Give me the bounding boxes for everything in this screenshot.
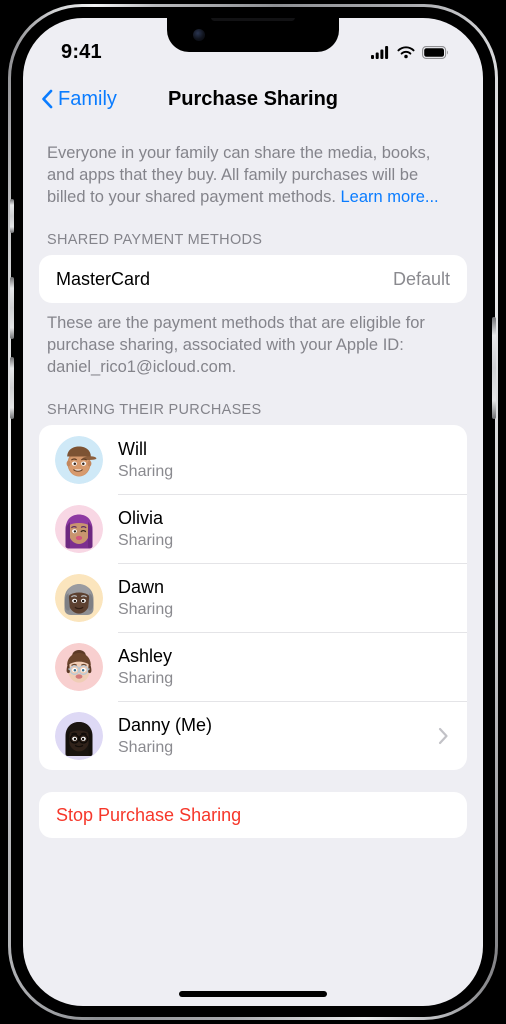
member-text-ashley: Ashley Sharing [118,645,453,689]
shared-payment-methods-header: SHARED PAYMENT METHODS [47,232,263,248]
back-button-family[interactable]: Family [41,88,117,111]
phone-screen: 9:41 Family Purchase Sharing Everyone in… [23,18,483,1006]
memoji-olivia-avatar [55,504,103,553]
intro-description: Everyone in your family can share the me… [39,124,467,208]
member-row-olivia[interactable]: Olivia Sharing [39,494,467,563]
front-camera-icon [193,29,205,41]
stop-purchase-sharing-label: Stop Purchase Sharing [56,804,242,825]
member-text-danny: Danny (Me) Sharing [118,714,438,758]
member-status: Sharing [118,531,174,549]
member-text-dawn: Dawn Sharing [118,576,453,620]
member-name: Danny (Me) [118,714,213,735]
family-members-card: Will Sharing Olivia Sharing Dawn Sharing… [39,425,467,770]
back-button-label: Family [58,87,117,110]
status-bar-indicators [371,45,449,59]
status-bar-time: 9:41 [61,40,102,63]
chevron-left-icon [42,89,53,109]
member-name: Dawn [118,576,165,597]
memoji-will-avatar [55,435,103,484]
stop-purchase-sharing-button[interactable]: Stop Purchase Sharing [39,792,467,838]
member-row-dawn[interactable]: Dawn Sharing [39,563,467,632]
mute-switch-button[interactable] [10,199,14,233]
member-name: Ashley [118,645,173,666]
power-button[interactable] [492,317,496,419]
member-row-ashley[interactable]: Ashley Sharing [39,632,467,701]
memoji-danny-avatar [55,711,103,760]
payment-method-default-badge: Default [392,268,450,289]
member-status: Sharing [118,600,174,618]
home-indicator[interactable] [179,991,327,997]
payment-footnote: These are the payment methods that are e… [47,314,425,376]
member-row-danny-me[interactable]: Danny (Me) Sharing [39,701,467,770]
settings-content: Everyone in your family can share the me… [23,124,483,838]
device-bezel: 9:41 Family Purchase Sharing Everyone in… [10,7,496,1017]
member-status: Sharing [118,738,174,756]
member-row-will[interactable]: Will Sharing [39,425,467,494]
member-status: Sharing [118,462,174,480]
payment-methods-card: MasterCard Default [39,255,467,303]
member-status: Sharing [118,669,174,687]
member-text-olivia: Olivia Sharing [118,507,453,551]
iphone-device-frame: 9:41 Family Purchase Sharing Everyone in… [8,4,498,1020]
memoji-ashley-avatar [55,642,103,691]
payment-row-mastercard[interactable]: MasterCard Default [39,255,467,303]
notch [167,18,339,52]
member-name: Olivia [118,507,164,528]
sharing-their-purchases-header: SHARING THEIR PURCHASES [47,402,262,418]
memoji-dawn-avatar [55,573,103,622]
member-text-will: Will Sharing [118,438,453,482]
volume-up-button[interactable] [10,277,14,339]
payment-method-name: MasterCard [56,268,151,289]
learn-more-link[interactable]: Learn more... [341,188,439,206]
volume-down-button[interactable] [10,357,14,419]
battery-full-icon [422,45,448,59]
signal-bars-icon [371,45,389,59]
earpiece-speaker-icon [211,18,295,21]
member-name: Will [118,438,147,459]
navigation-bar: Family Purchase Sharing [23,74,483,124]
wifi-icon [397,45,415,58]
chevron-right-icon [438,727,449,745]
